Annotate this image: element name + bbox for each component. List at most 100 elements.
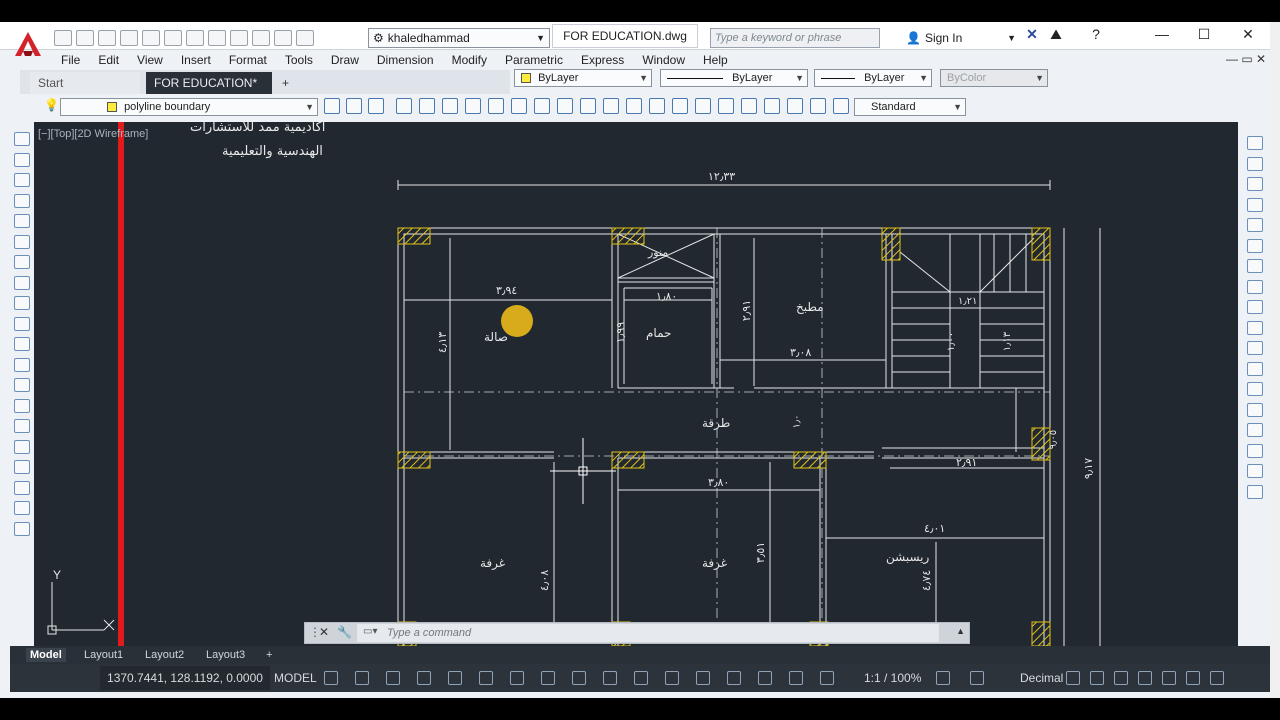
- menu-draw[interactable]: Draw: [322, 53, 368, 67]
- ellipse-icon[interactable]: [14, 316, 30, 331]
- array-icon[interactable]: [1247, 218, 1263, 232]
- auto-scale-icon[interactable]: [820, 671, 834, 685]
- undo-icon[interactable]: [164, 30, 182, 46]
- fillet-icon[interactable]: [1247, 443, 1263, 458]
- infer-constraints-icon[interactable]: [386, 671, 400, 685]
- lock-ui-icon[interactable]: [1114, 671, 1128, 685]
- layer-dropdown[interactable]: polyline boundary ▼: [60, 98, 318, 116]
- selection-filter-icon[interactable]: [727, 671, 741, 685]
- isodraft-icon[interactable]: [479, 671, 493, 685]
- ordinate-icon[interactable]: [465, 98, 481, 114]
- dim-break-icon[interactable]: [672, 98, 688, 114]
- 3d-osnap-icon[interactable]: [665, 671, 679, 685]
- menu-format[interactable]: Format: [220, 53, 276, 67]
- layout-tab-layout2[interactable]: Layout2: [141, 648, 188, 662]
- scale-icon[interactable]: [1247, 279, 1263, 294]
- add-selected-icon[interactable]: [14, 521, 30, 536]
- point-icon[interactable]: [14, 398, 30, 413]
- tab-start[interactable]: Start: [30, 72, 140, 94]
- tab-for-education[interactable]: FOR EDUCATION* ✕: [146, 72, 272, 112]
- spline-icon[interactable]: [14, 296, 30, 310]
- multiline-text-icon[interactable]: [14, 501, 30, 515]
- extend-icon[interactable]: [1247, 341, 1263, 355]
- redo-icon[interactable]: [186, 30, 204, 46]
- menu-window[interactable]: Window: [633, 53, 694, 67]
- paste-icon[interactable]: [296, 30, 314, 46]
- wrench-icon[interactable]: 🔧: [337, 625, 352, 639]
- layout-tab-layout3[interactable]: Layout3: [202, 648, 249, 662]
- transparency-icon[interactable]: [603, 671, 617, 685]
- menu-edit[interactable]: Edit: [89, 53, 128, 67]
- dim-space-icon[interactable]: [649, 98, 665, 114]
- menu-file[interactable]: File: [52, 53, 89, 67]
- plotstyle-dropdown[interactable]: ByColor ▼: [940, 69, 1048, 87]
- minimize-button[interactable]: —: [1150, 24, 1174, 44]
- open-icon[interactable]: [76, 30, 94, 46]
- mirror-icon[interactable]: [1247, 177, 1263, 191]
- quick-dim-icon[interactable]: [580, 98, 596, 114]
- baseline-icon[interactable]: [603, 98, 619, 114]
- customization-icon[interactable]: [1210, 671, 1224, 685]
- diameter-icon[interactable]: [534, 98, 550, 114]
- chevron-up-icon[interactable]: ▲: [956, 626, 965, 636]
- make-current-icon[interactable]: [346, 98, 362, 114]
- annotation-scale[interactable]: 1:1 / 100%: [864, 666, 921, 690]
- help-icon[interactable]: ?: [1084, 24, 1108, 44]
- menu-help[interactable]: Help: [694, 53, 737, 67]
- gizmo-icon[interactable]: [758, 671, 772, 685]
- erase-icon[interactable]: [1247, 136, 1263, 150]
- construction-line-icon[interactable]: [14, 152, 30, 167]
- menu-insert[interactable]: Insert: [172, 53, 220, 67]
- jogged-linear-icon[interactable]: [764, 98, 780, 114]
- make-block-icon[interactable]: [14, 378, 30, 392]
- menu-tools[interactable]: Tools: [276, 53, 322, 67]
- tolerance-icon[interactable]: [695, 98, 711, 114]
- linear-dim-icon[interactable]: [396, 98, 412, 114]
- drawing-canvas[interactable]: [−][Top][2D Wireframe] اكاديمية ممد للاس…: [34, 122, 1238, 646]
- dimstyle-dropdown[interactable]: Standard ▼: [854, 98, 966, 116]
- aligned-dim-icon[interactable]: [419, 98, 435, 114]
- print-icon[interactable]: [142, 30, 160, 46]
- arc-icon[interactable]: [14, 234, 30, 249]
- plot-icon[interactable]: [252, 30, 270, 46]
- annotation-visibility-icon[interactable]: [789, 671, 803, 685]
- insert-block-icon[interactable]: [14, 357, 30, 372]
- coordinates-readout[interactable]: 1370.7441, 128.1192, 0.0000: [100, 666, 270, 690]
- layer-properties-icon[interactable]: [324, 98, 340, 114]
- dim-text-edit-icon[interactable]: [810, 98, 826, 114]
- copy-object-icon[interactable]: [1247, 156, 1263, 171]
- hardware-acceleration-icon[interactable]: [1162, 671, 1176, 685]
- close-icon[interactable]: ✕: [319, 625, 329, 639]
- annotation-monitor-icon[interactable]: [970, 671, 984, 685]
- layout-tab-layout1[interactable]: Layout1: [80, 648, 127, 662]
- new-icon[interactable]: [54, 30, 72, 46]
- inspection-icon[interactable]: [741, 98, 757, 114]
- grid-icon[interactable]: [324, 671, 338, 685]
- sign-in-button[interactable]: 👤 Sign In ▼: [906, 28, 1016, 48]
- arc-length-icon[interactable]: [442, 98, 458, 114]
- command-input[interactable]: Type a command: [357, 624, 939, 642]
- layer-previous-icon[interactable]: [368, 98, 384, 114]
- menu-parametric[interactable]: Parametric: [496, 53, 572, 67]
- revision-cloud-icon[interactable]: [14, 275, 30, 290]
- quick-properties-icon[interactable]: [1090, 671, 1104, 685]
- match-properties-icon[interactable]: [208, 30, 226, 46]
- menu-view[interactable]: View: [128, 53, 172, 67]
- save-as-icon[interactable]: [120, 30, 138, 46]
- units-selector[interactable]: Decimal: [1020, 666, 1063, 690]
- a360-icon[interactable]: ⛰: [1044, 24, 1068, 44]
- hatch-icon[interactable]: [14, 419, 30, 433]
- table-icon[interactable]: [14, 480, 30, 495]
- gradient-icon[interactable]: [14, 439, 30, 454]
- jogged-icon[interactable]: [511, 98, 527, 114]
- model-space-button[interactable]: MODEL: [274, 666, 317, 690]
- dim-edit-icon[interactable]: [787, 98, 803, 114]
- object-snap-tracking-icon[interactable]: [510, 671, 524, 685]
- exchange-icon[interactable]: ✕: [1020, 24, 1044, 44]
- dim-update-icon[interactable]: [833, 98, 849, 114]
- color-dropdown[interactable]: ByLayer ▼: [514, 69, 652, 87]
- blend-icon[interactable]: [1247, 464, 1263, 478]
- trim-icon[interactable]: [1247, 320, 1263, 335]
- angular-icon[interactable]: [557, 98, 573, 114]
- application-menu-button[interactable]: [8, 30, 48, 58]
